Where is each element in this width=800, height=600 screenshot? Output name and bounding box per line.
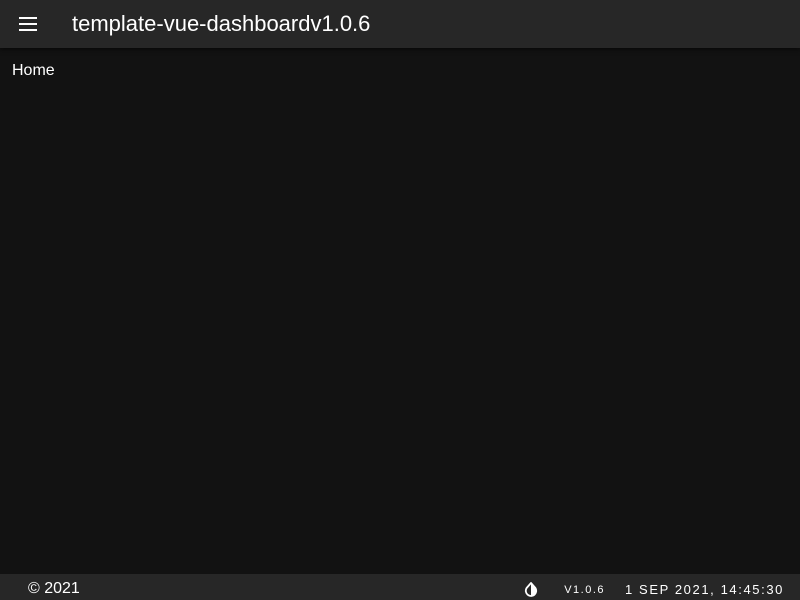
app-bar: template-vue-dashboardv1.0.6 [0, 0, 800, 48]
menu-button[interactable] [8, 4, 48, 44]
theme-toggle-button[interactable] [520, 576, 542, 598]
page-title: Home [12, 62, 55, 79]
main-content: Home [0, 48, 800, 574]
invert-colors-icon [525, 581, 538, 597]
hamburger-menu-icon [19, 17, 37, 31]
version-label: V1.0.6 [564, 583, 606, 596]
app-title: template-vue-dashboardv1.0.6 [72, 11, 371, 36]
footer: © 2021 V1.0.6 1 SEP 2021, 14:45:30 [0, 574, 800, 600]
datetime-label: 1 SEP 2021, 14:45:30 [625, 581, 784, 597]
copyright-text: © 2021 [28, 580, 80, 597]
app-root: template-vue-dashboardv1.0.6 Home © 2021… [0, 0, 800, 600]
